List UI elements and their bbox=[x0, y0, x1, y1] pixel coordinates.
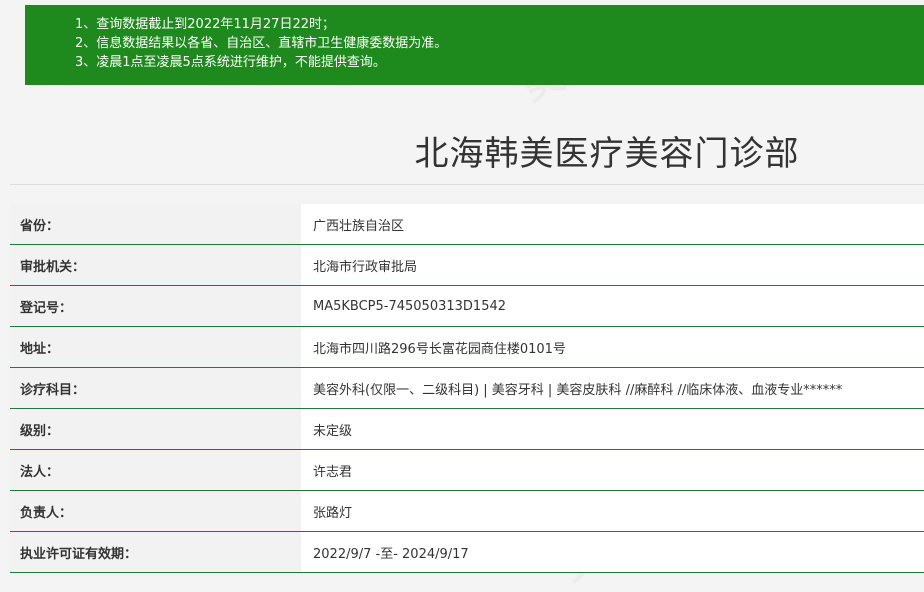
row-label: 法人： bbox=[10, 450, 301, 490]
table-row-person-in-charge: 负责人： 张路灯 bbox=[10, 491, 924, 532]
row-value: 张路灯 bbox=[301, 491, 924, 531]
table-row-departments: 诊疗科目： 美容外科(仅限一、二级科目) | 美容牙科 | 美容皮肤科 //麻醉… bbox=[10, 368, 924, 409]
notice-line: 2、信息数据结果以各省、自治区、直辖市卫生健康委数据为准。 bbox=[75, 36, 448, 51]
table-row-province: 省份： 广西壮族自治区 bbox=[10, 204, 924, 245]
row-label: 诊疗科目： bbox=[10, 368, 301, 408]
row-label: 级别： bbox=[10, 409, 301, 449]
table-row-address: 地址： 北海市四川路296号长富花园商住楼0101号 bbox=[10, 327, 924, 368]
table-row-license-validity: 执业许可证有效期： 2022/9/7 -至- 2024/9/17 bbox=[10, 532, 924, 573]
row-value: 未定级 bbox=[301, 409, 924, 449]
row-value: 北海市四川路296号长富花园商住楼0101号 bbox=[301, 327, 924, 367]
notice-banner: 1、查询数据截止到2022年11月27日22时； 2、信息数据结果以各省、自治区… bbox=[25, 5, 924, 85]
notice-line: 1、查询数据截止到2022年11月27日22时； bbox=[75, 17, 335, 32]
table-row-approval-authority: 审批机关： 北海市行政审批局 bbox=[10, 245, 924, 286]
row-value: 2022/9/7 -至- 2024/9/17 bbox=[301, 532, 924, 572]
row-label: 省份： bbox=[10, 204, 301, 244]
notice-line: 3、凌晨1点至凌晨5点系统进行维护，不能提供查询。 bbox=[75, 55, 386, 70]
page-title: 北海韩美医疗美容门诊部 bbox=[414, 134, 800, 174]
row-label: 地址： bbox=[10, 327, 301, 367]
table-row-legal-person: 法人： 许志君 bbox=[10, 450, 924, 491]
title-section: 北海韩美医疗美容门诊部 bbox=[10, 108, 924, 185]
row-label: 负责人： bbox=[10, 491, 301, 531]
row-value: 许志君 bbox=[301, 450, 924, 490]
row-value: 北海市行政审批局 bbox=[301, 245, 924, 285]
row-label: 登记号： bbox=[10, 286, 301, 326]
table-row-level: 级别： 未定级 bbox=[10, 409, 924, 450]
row-value: 广西壮族自治区 bbox=[301, 204, 924, 244]
info-table: 省份： 广西壮族自治区 审批机关： 北海市行政审批局 登记号： MA5KBCP5… bbox=[10, 204, 924, 573]
row-value: 美容外科(仅限一、二级科目) | 美容牙科 | 美容皮肤科 //麻醉科 //临床… bbox=[301, 368, 924, 408]
row-value: MA5KBCP5-745050313D1542 bbox=[301, 286, 924, 326]
row-label: 审批机关： bbox=[10, 245, 301, 285]
row-label: 执业许可证有效期： bbox=[10, 532, 301, 572]
table-row-registration-number: 登记号： MA5KBCP5-745050313D1542 bbox=[10, 286, 924, 327]
